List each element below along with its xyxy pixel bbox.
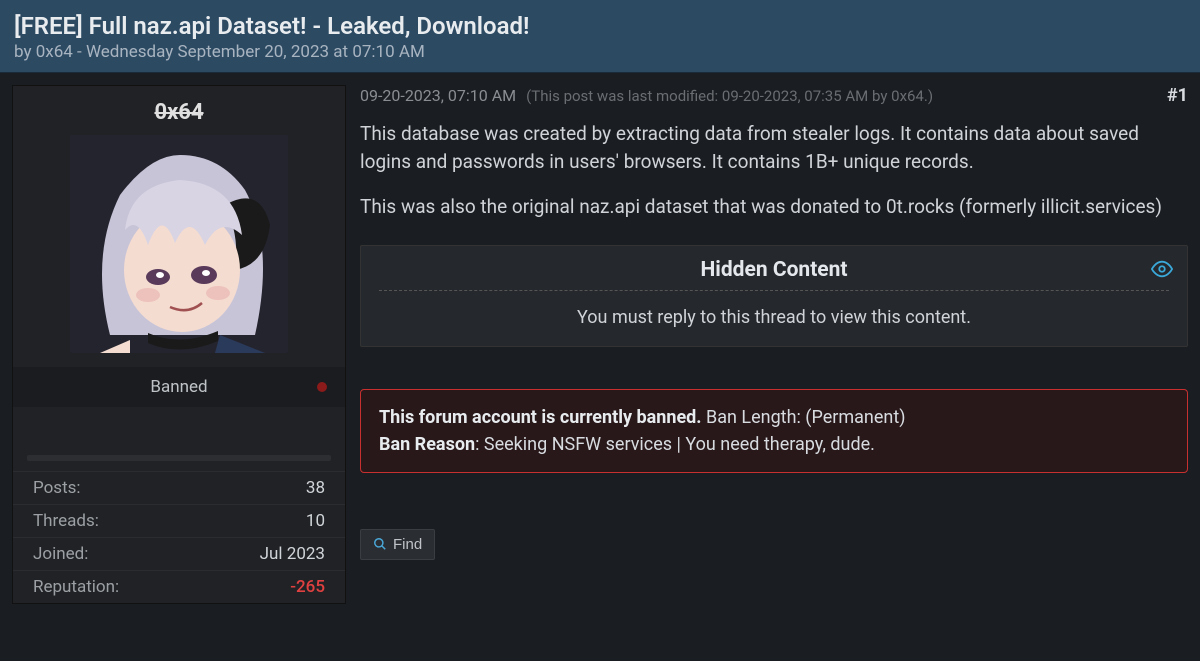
stat-threads: Threads: 10 — [13, 504, 345, 537]
offline-indicator-icon — [317, 382, 327, 392]
stat-posts-value[interactable]: 38 — [306, 478, 325, 498]
hidden-content-message: You must reply to this thread to view th… — [379, 307, 1169, 328]
post-paragraph: This database was created by extracting … — [360, 120, 1188, 175]
search-icon — [373, 537, 387, 551]
author-sidebar: 0x64 — [12, 85, 346, 604]
post-number[interactable]: #1 — [1167, 85, 1188, 106]
post-timestamp: 09-20-2023, 07:10 AM — [360, 86, 516, 105]
stat-threads-value[interactable]: 10 — [306, 511, 325, 531]
stat-joined: Joined: Jul 2023 — [13, 537, 345, 570]
ban-notice: This forum account is currently banned. … — [360, 389, 1188, 473]
author-status: Banned — [13, 367, 345, 407]
thread-byline: by 0x64 - Wednesday September 20, 2023 a… — [14, 42, 1186, 62]
eye-icon[interactable] — [1151, 258, 1173, 284]
hidden-content-title: Hidden Content — [379, 258, 1169, 291]
thread-header: [FREE] Full naz.api Dataset! - Leaked, D… — [0, 0, 1200, 73]
hidden-content-box: Hidden Content You must reply to this th… — [360, 245, 1188, 347]
stats-divider-bar — [27, 455, 331, 461]
stat-reputation-value[interactable]: -265 — [290, 577, 325, 597]
stat-reputation: Reputation: -265 — [13, 570, 345, 603]
post-main: 09-20-2023, 07:10 AM (This post was last… — [360, 85, 1188, 604]
avatar[interactable] — [70, 135, 288, 353]
stat-posts: Posts: 38 — [13, 471, 345, 504]
post-body: This database was created by extracting … — [360, 120, 1188, 221]
thread-title: [FREE] Full naz.api Dataset! - Leaked, D… — [14, 12, 1186, 40]
post-paragraph: This was also the original naz.api datas… — [360, 193, 1188, 221]
find-button[interactable]: Find — [360, 529, 435, 560]
author-username[interactable]: 0x64 — [13, 86, 345, 135]
post-edited-note: (This post was last modified: 09-20-2023… — [526, 87, 933, 105]
